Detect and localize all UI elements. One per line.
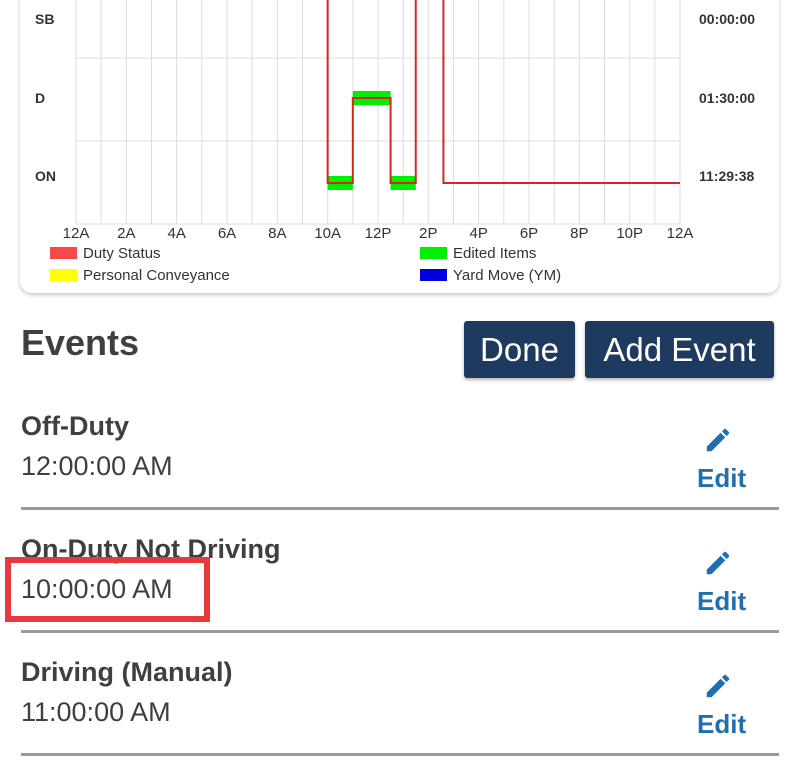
row-label-sb: SB [35, 11, 54, 27]
pencil-icon [706, 428, 730, 452]
edit-label: Edit [697, 463, 747, 493]
x-tick-label: 6P [520, 225, 538, 242]
edit-label: Edit [697, 709, 747, 739]
event-row-driving-manual: Driving (Manual) 11:00:00 AM Edit [21, 657, 779, 756]
x-tick-label: 8A [268, 225, 286, 242]
edit-event-button[interactable]: Edit [681, 425, 759, 495]
event-time: 11:00:00 AM [21, 697, 171, 727]
edit-label: Edit [697, 586, 747, 616]
x-tick-label: 2P [419, 225, 437, 242]
legend-swatch [50, 247, 77, 259]
row-label-d: D [35, 90, 45, 106]
legend-swatch [420, 247, 447, 259]
x-tick-label: 10A [314, 225, 341, 242]
edit-event-button[interactable]: Edit [681, 671, 759, 741]
legend-label: Edited Items [453, 245, 536, 262]
events-heading: Events [21, 322, 140, 363]
pencil-icon [706, 674, 730, 698]
log-graph-card: SB D ON 00:00:00 01:30:00 11:29:38 12A 2A 4A 6A 8A… [20, 0, 779, 293]
row-label-on: ON [35, 168, 56, 184]
edit-event-button[interactable]: Edit [681, 548, 759, 618]
highlight-box [5, 557, 210, 622]
x-tick-label: 6A [218, 225, 236, 242]
x-tick-label: 12A [63, 225, 90, 242]
x-tick-label: 10P [616, 225, 643, 242]
x-tick-label: 2A [117, 225, 135, 242]
x-tick-label: 12P [365, 225, 392, 242]
legend-label: Yard Move (YM) [453, 267, 561, 284]
legend-label: Personal Conveyance [83, 267, 230, 284]
x-tick-label: 8P [570, 225, 588, 242]
legend-label: Duty Status [83, 245, 161, 262]
legend-swatch [420, 269, 447, 281]
add-event-button[interactable]: Add Event [585, 321, 774, 378]
event-type: Off-Duty [21, 411, 129, 441]
status-total: 11:29:38 [699, 168, 754, 184]
event-type: Driving (Manual) [21, 657, 233, 687]
status-total: 01:30:00 [699, 90, 755, 106]
x-tick-label: 12A [667, 225, 694, 242]
event-time: 12:00:00 AM [21, 451, 173, 481]
legend-swatch [50, 269, 77, 281]
x-tick-label: 4P [469, 225, 487, 242]
event-row-off-duty: Off-Duty 12:00:00 AM Edit [21, 411, 779, 510]
duty-status-chart: SB D ON 00:00:00 01:30:00 11:29:38 12A 2A 4A 6A 8A… [35, 0, 755, 284]
x-tick-label: 4A [167, 225, 185, 242]
done-button[interactable]: Done [464, 321, 575, 378]
status-total: 00:00:00 [699, 11, 755, 27]
pencil-icon [706, 551, 730, 575]
